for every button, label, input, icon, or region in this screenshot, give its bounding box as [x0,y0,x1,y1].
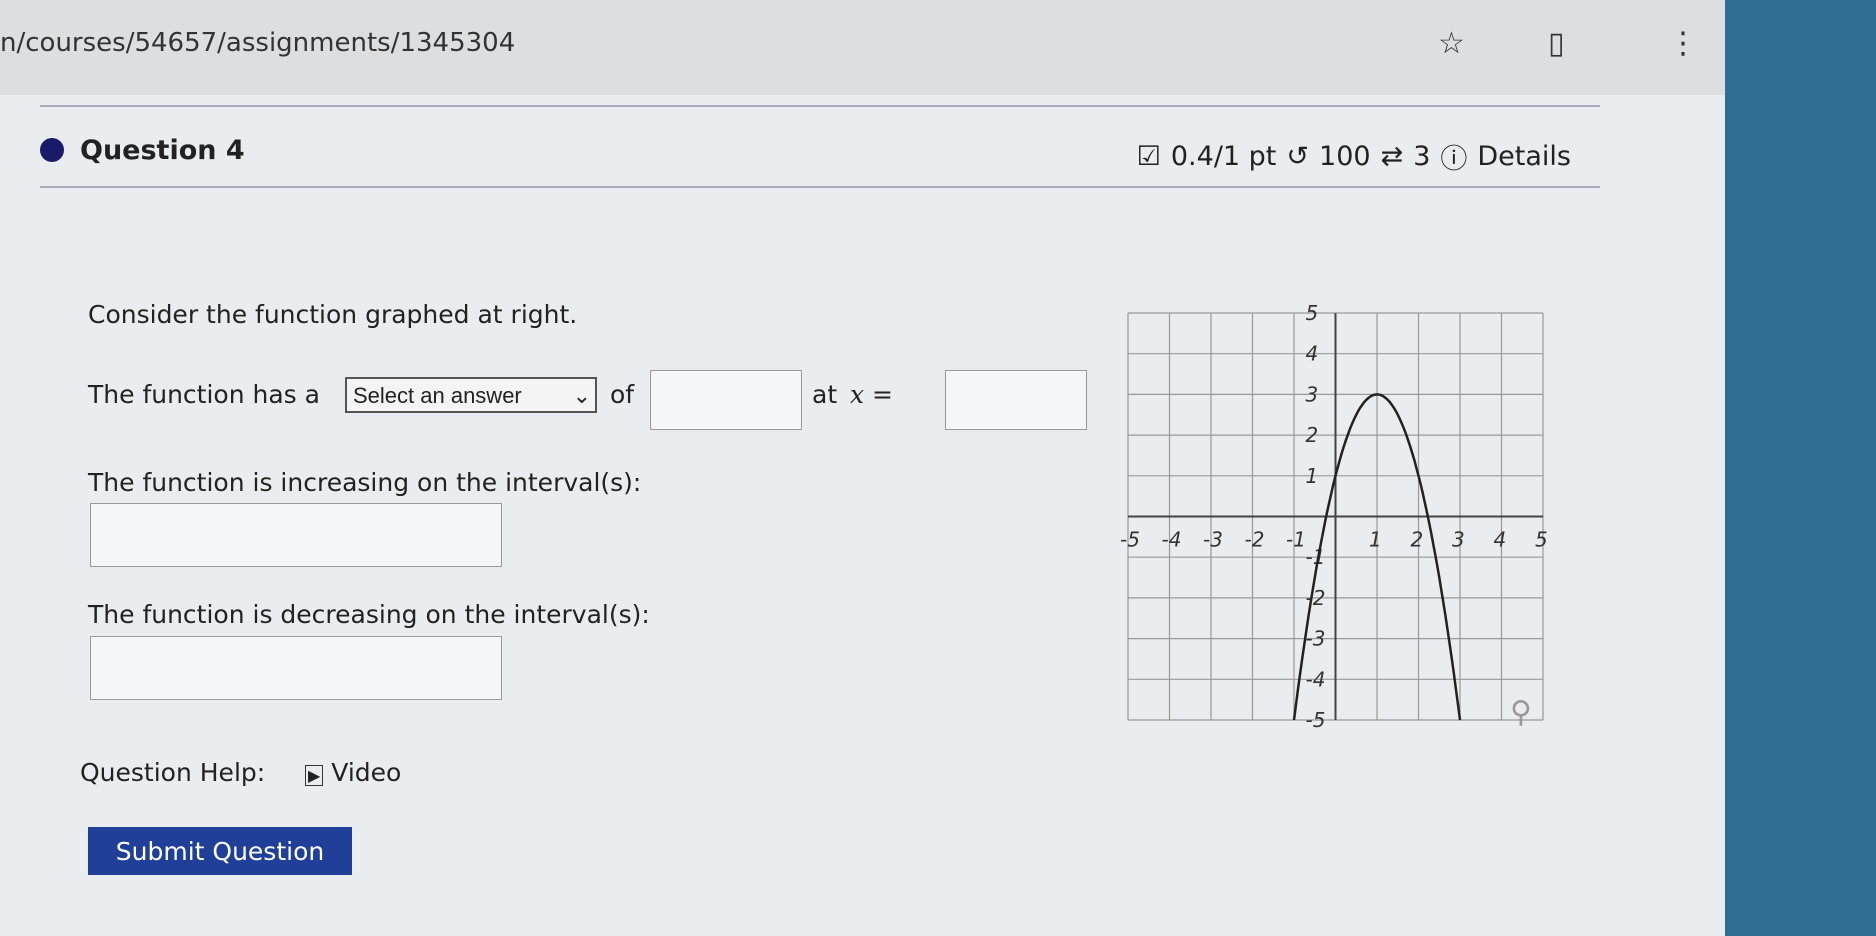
y-tick-label: 4 [1306,342,1319,366]
y-tick-label: 2 [1306,423,1319,447]
y-tick-label: 1 [1306,464,1319,488]
divider [40,186,1600,188]
info-icon[interactable]: ⓘ [1440,137,1467,176]
y-tick-label: -1 [1306,545,1326,569]
retries: 100 [1319,141,1371,172]
function-graph: -5 -4 -3 -2 -1 1 2 3 4 5 -5 -4 -3 -2 -1 1 2 3 4 5 [1120,301,1548,732]
at-label: at [812,380,838,409]
details-link[interactable]: Details [1477,141,1571,172]
has-a-label: The function has a [88,380,320,409]
y-tick-label: 5 [1306,301,1319,325]
x-tick-label: -5 [1120,528,1140,552]
x-tick-label: 2 [1411,528,1424,552]
x-tick-label: -2 [1245,528,1265,552]
y-tick-label: -3 [1306,627,1326,651]
question-meta: ☑ 0.4/1 pt ↺ 100 ⇄ 3 ⓘ Details [1137,137,1571,176]
y-tick-label: -2 [1306,586,1326,610]
x-tick-label: -1 [1286,528,1306,552]
question-help-label: Question Help: [80,758,266,787]
attempts-icon: ⇄ [1380,141,1404,172]
extension-icon[interactable]: ▯ [1548,26,1565,61]
browser-toolbar: n/courses/54657/assignments/1345304 ☆ ▯ … [0,0,1725,95]
x-tick-label: 1 [1369,528,1382,552]
question-status-dot [40,138,64,162]
increasing-input[interactable] [90,503,502,567]
chevron-down-icon: ⌄ [572,383,591,408]
score: 0.4/1 pt [1170,141,1277,172]
x-input[interactable] [945,370,1087,430]
divider [40,105,1600,107]
of-label: of [610,380,635,409]
zoom-icon[interactable]: ⚲ [1510,695,1532,730]
select-value: Select an answer [353,383,522,408]
question-title: Question 4 [80,135,245,166]
decreasing-input[interactable] [90,636,502,700]
desktop-background [1725,0,1876,936]
video-icon: ▶ [305,765,324,786]
checkbox-icon: ☑ [1136,141,1161,172]
y-tick-label: -4 [1306,667,1326,691]
x-tick-label: 5 [1535,528,1548,552]
submit-question-button[interactable]: Submit Question [88,827,352,875]
video-label: Video [331,758,402,787]
y-tick-label: 3 [1306,382,1319,406]
more-icon[interactable]: ⋮ [1668,26,1698,61]
x-tick-label: -3 [1203,528,1223,552]
x-tick-label: 4 [1494,528,1507,552]
extremum-select[interactable]: Select an answer ⌄ [345,377,597,413]
star-icon[interactable]: ☆ [1438,26,1465,61]
increasing-label: The function is increasing on the interv… [88,468,642,497]
x-tick-label: 3 [1452,528,1465,552]
decreasing-label: The function is decreasing on the interv… [88,600,650,629]
value-input[interactable] [650,370,802,430]
intro-text: Consider the function graphed at right. [88,300,578,329]
video-link[interactable]: ▶ Video [305,758,401,787]
x-equals-label: x = [850,380,893,409]
x-tick-label: -4 [1162,528,1182,552]
attempts: 3 [1413,141,1431,172]
y-tick-label: -5 [1306,708,1326,732]
address-bar[interactable]: n/courses/54657/assignments/1345304 [0,28,515,58]
retry-icon: ↺ [1286,141,1310,172]
